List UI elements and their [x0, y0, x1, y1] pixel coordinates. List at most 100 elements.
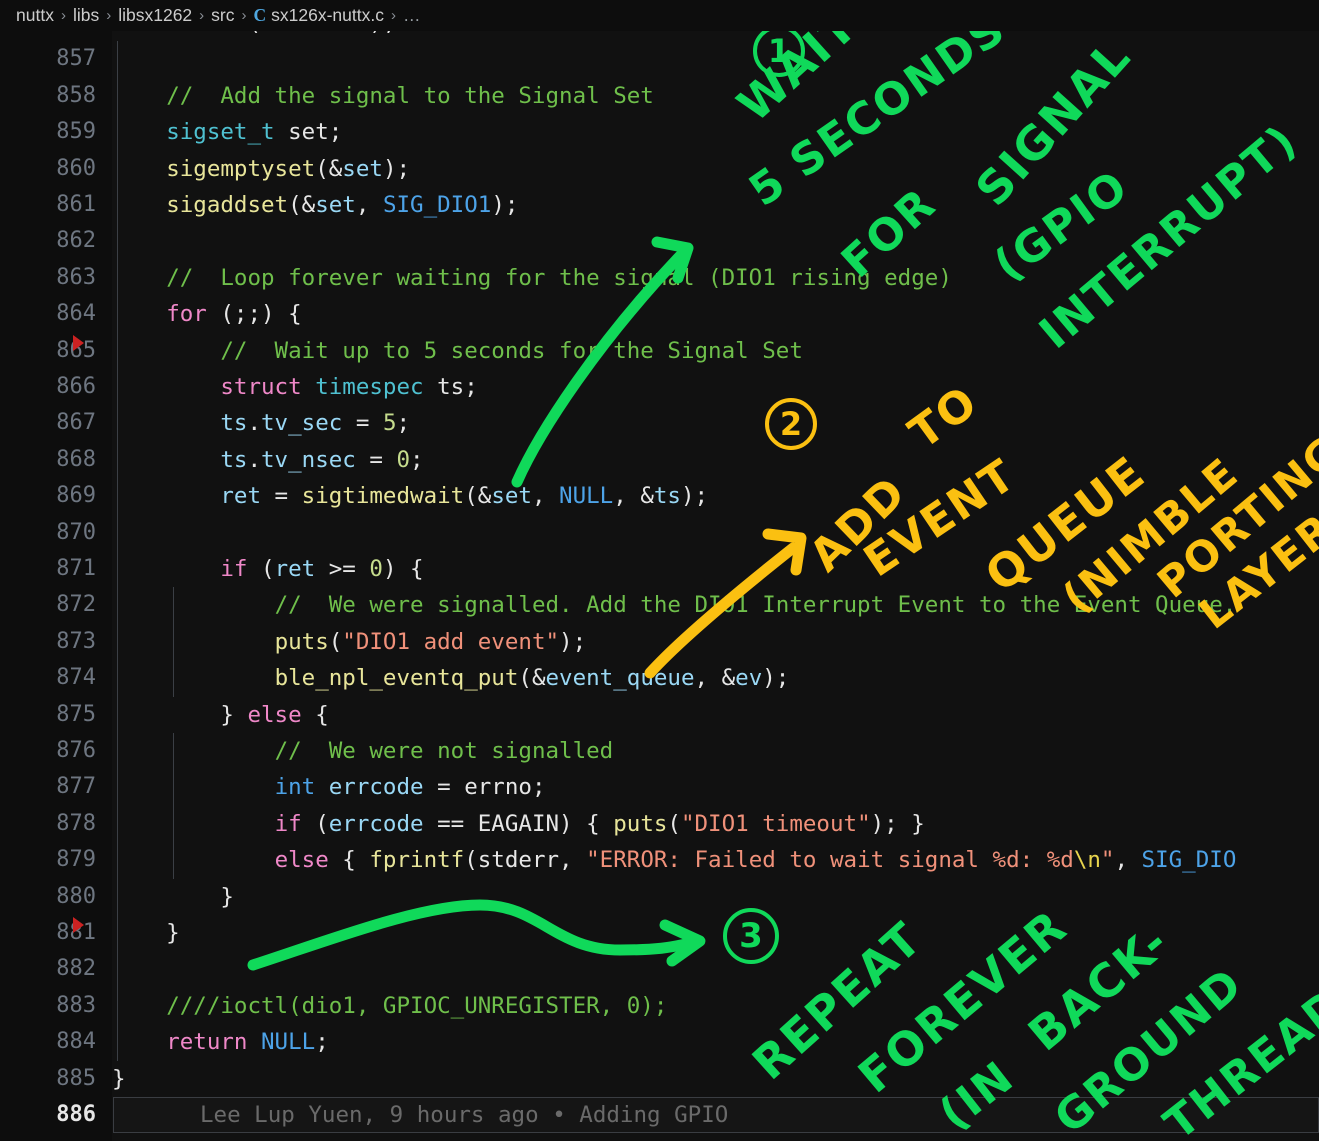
code-line-877[interactable]: 877 int errcode = errno; [0, 769, 1319, 806]
indent-guide [173, 769, 174, 806]
token-num: 0 [356, 31, 370, 36]
line-text: else { fprintf(stderr, "ERROR: Failed to… [112, 842, 1237, 878]
line-text: sigaddset(&set, SIG_DIO1); [112, 187, 518, 223]
token-pln [112, 556, 220, 582]
code-line-868[interactable]: 868 ts.tv_nsec = 0; [0, 441, 1319, 479]
code-line-883[interactable]: 883 ////ioctl(dio1, GPIOC_UNREGISTER, 0)… [0, 987, 1319, 1025]
code-line-864[interactable]: 864 for (;;) { [0, 296, 1319, 333]
token-pln: ; [410, 446, 424, 473]
code-line-856[interactable]: 856 assert(ret >= 0); [0, 31, 1319, 41]
code-line-860[interactable]: 860 sigemptyset(&set); [0, 150, 1319, 187]
code-line-863[interactable]: 863 // Loop forever waiting for the sign… [0, 259, 1319, 297]
code-line-876[interactable]: 876 // We were not signalled [0, 733, 1319, 770]
line-number: 872 [56, 592, 96, 618]
code-line-871[interactable]: 871 if (ret >= 0) { [0, 551, 1319, 588]
indent-guide [117, 551, 118, 588]
code-line-875[interactable]: 875 } else { [0, 696, 1319, 733]
code-line-861[interactable]: 861 sigaddset(&set, SIG_DIO1); [0, 187, 1319, 224]
indent-guide [117, 187, 118, 224]
code-line-873[interactable]: 873 puts("DIO1 add event"); [0, 623, 1319, 661]
line-number: 858 [56, 82, 96, 108]
breadcrumb-item-nuttx[interactable]: nuttx [16, 5, 54, 26]
fold-marker-881[interactable] [73, 917, 84, 933]
indent-guide [117, 478, 118, 515]
code-line-859[interactable]: 859 sigset_t set; [0, 114, 1319, 151]
code-line-882[interactable]: 882 [0, 951, 1319, 988]
code-line-881[interactable]: 881 } [0, 915, 1319, 952]
line-text: // Add the signal to the Signal Set [112, 78, 654, 114]
line-text: int errcode = errno; [112, 769, 546, 805]
token-var: errcode [328, 810, 424, 837]
line-number: 870 [56, 519, 96, 545]
line-number: 866 [56, 374, 96, 399]
code-line-857[interactable]: 857 [0, 41, 1319, 78]
line-text: if (errcode == EAGAIN) { puts("DIO1 time… [112, 806, 925, 842]
token-pln [112, 847, 275, 873]
token-typ: sigset_t [166, 119, 275, 146]
breadcrumb-item-src[interactable]: src [211, 5, 234, 26]
token-pln: ts; [423, 374, 478, 400]
code-line-879[interactable]: 879 else { fprintf(stderr, "ERROR: Faile… [0, 842, 1319, 879]
code-line-867[interactable]: 867 ts.tv_sec = 5; [0, 405, 1319, 442]
code-line-870[interactable]: 870 [0, 514, 1319, 551]
token-pln: ); [382, 155, 411, 182]
token-str: "ERROR: Failed to wait signal %d: %d [586, 847, 1074, 874]
token-mac: NULL [261, 1029, 316, 1056]
line-number: 875 [56, 701, 96, 727]
token-pln [112, 83, 166, 109]
code-line-865[interactable]: 865 // Wait up to 5 seconds for the Sign… [0, 332, 1319, 369]
code-editor[interactable]: 856 assert(ret >= 0);857858 // Add the s… [0, 31, 1319, 1141]
line-number: 877 [56, 774, 96, 800]
line-number: 873 [56, 628, 96, 654]
code-line-872[interactable]: 872 // We were signalled. Add the DIO1 I… [0, 587, 1319, 624]
code-line-862[interactable]: 862 [0, 223, 1319, 260]
token-pln: >= [302, 31, 356, 36]
fold-marker-865[interactable] [73, 334, 84, 351]
line-text: } [112, 879, 234, 915]
breadcrumb-item-libsx1262[interactable]: libsx1262 [118, 5, 192, 26]
breadcrumb-item-libs[interactable]: libs [73, 5, 99, 26]
token-pln [112, 410, 220, 436]
code-line-884[interactable]: 884 return NULL; [0, 1024, 1319, 1061]
code-line-885[interactable]: 885} [0, 1061, 1319, 1097]
git-blame-annotation[interactable]: Lee Lup Yuen, 9 hours ago • Adding GPIO [200, 1097, 728, 1133]
token-mac: SIG_DIO1 [382, 192, 492, 218]
token-pln: ); [559, 628, 587, 655]
code-line-878[interactable]: 878 if (errcode == EAGAIN) { puts("DIO1 … [0, 805, 1319, 843]
token-pln: ( [667, 810, 681, 837]
token-pln [112, 156, 166, 182]
token-pln: } [112, 1065, 126, 1092]
token-mac: SIG_DIO [1141, 847, 1237, 874]
breadcrumb-item-file[interactable]: sx126x-nuttx.c [271, 5, 384, 26]
token-str: "DIO1 add event" [342, 628, 560, 655]
token-pln: } [112, 920, 180, 946]
indent-guide [117, 332, 118, 369]
indent-guide [173, 842, 174, 879]
token-cmt: // Wait up to 5 seconds for the Signal S… [220, 337, 803, 364]
code-line-886[interactable]: Lee Lup Yuen, 9 hours ago • Adding GPIO 8… [0, 1097, 1319, 1133]
token-pln: { [328, 847, 370, 874]
token-var: ret [261, 31, 302, 36]
breadcrumb-overflow-ellipsis[interactable]: … [403, 5, 421, 26]
code-line-874[interactable]: 874 ble_npl_eventq_put(&event_queue, &ev… [0, 660, 1319, 697]
line-number: 871 [56, 556, 96, 581]
line-number: 878 [56, 810, 96, 836]
code-line-866[interactable]: 866 struct timespec ts; [0, 369, 1319, 406]
breadcrumb[interactable]: nuttx › libs › libsx1262 › src › C sx126… [0, 0, 1319, 31]
editor-window: nuttx › libs › libsx1262 › src › C sx126… [0, 0, 1319, 1141]
token-pln [112, 447, 220, 473]
token-esc: \n [1073, 847, 1101, 874]
token-fn: ble_npl_eventq_put [274, 665, 519, 692]
token-pln: = errno; [423, 774, 546, 801]
code-line-858[interactable]: 858 // Add the signal to the Signal Set [0, 77, 1319, 115]
code-line-869[interactable]: 869 ret = sigtimedwait(&set, NULL, &ts); [0, 478, 1319, 515]
line-number: 880 [56, 883, 96, 909]
token-pln [112, 483, 220, 509]
token-kw: if [220, 556, 248, 582]
line-text: // Wait up to 5 seconds for the Signal S… [112, 333, 803, 369]
indent-guide [117, 987, 118, 1025]
line-text: sigemptyset(&set); [112, 151, 410, 187]
indent-guide [117, 223, 118, 260]
token-pln: { [301, 701, 329, 728]
code-line-880[interactable]: 880 } [0, 878, 1319, 915]
